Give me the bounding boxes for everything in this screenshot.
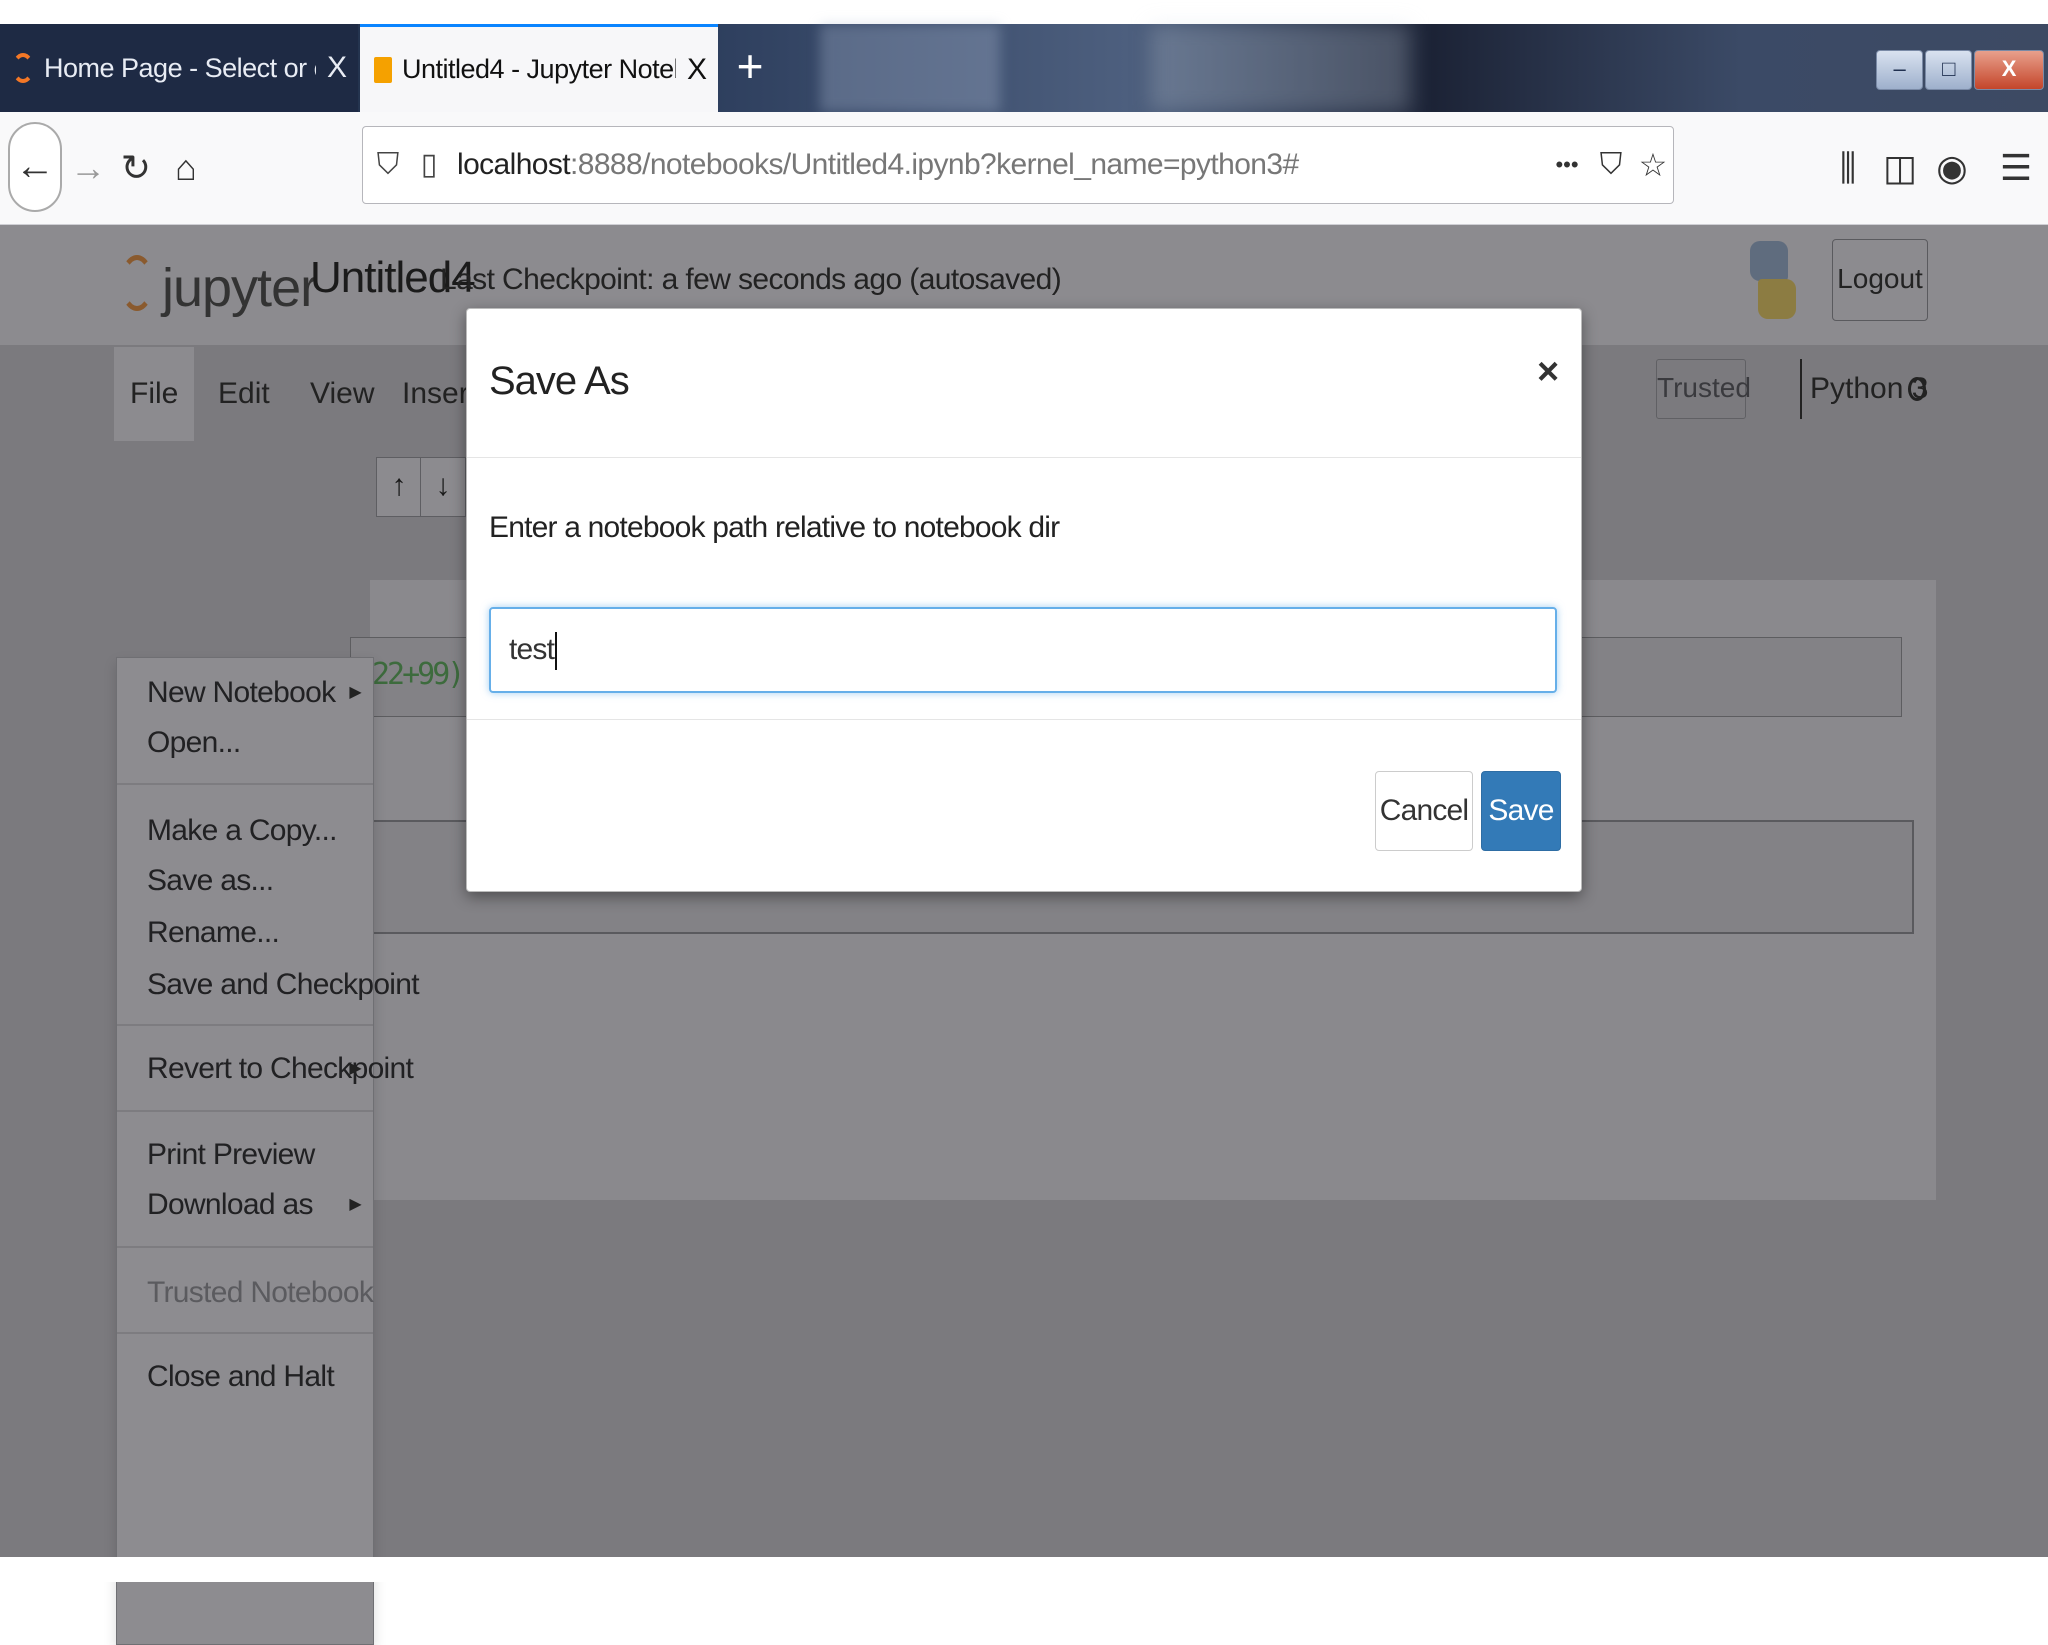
- hamburger-menu-icon[interactable]: ☰: [1994, 146, 2038, 190]
- tab-label: Untitled4 - Jupyter Notebook: [402, 54, 676, 84]
- shield-icon[interactable]: ⛉: [373, 145, 403, 185]
- tab-close-icon[interactable]: X: [676, 53, 718, 87]
- pocket-icon[interactable]: ⛉: [1591, 145, 1631, 185]
- menu-item-trusted-notebook: Trusted Notebook: [117, 1268, 375, 1318]
- menu-item-label: Revert to Checkpoint: [147, 1052, 414, 1085]
- python-logo-bottom: [1758, 279, 1796, 319]
- move-cell-up-icon[interactable]: ↑: [376, 457, 422, 517]
- menu-item-label: Print Preview: [147, 1138, 315, 1171]
- dialog-close-icon[interactable]: ×: [1537, 351, 1559, 394]
- jupyter-logo-icon: [120, 255, 154, 311]
- jupyter-favicon-icon: [12, 53, 34, 83]
- reload-icon[interactable]: ↻: [114, 146, 158, 190]
- minimize-button[interactable]: –: [1876, 50, 1924, 90]
- kernel-idle-icon: [1908, 377, 1926, 401]
- sidebar-icon[interactable]: ◫: [1878, 146, 1922, 190]
- checkpoint-status: Last Checkpoint: a few seconds ago (auto…: [440, 263, 1062, 296]
- back-arrow-icon[interactable]: ←: [8, 122, 62, 212]
- menu-item-new-notebook[interactable]: New Notebook ▶: [117, 668, 375, 718]
- menu-edit[interactable]: Edit: [202, 347, 286, 441]
- page-actions-icon[interactable]: •••: [1545, 145, 1589, 185]
- new-tab-button[interactable]: +: [728, 43, 772, 90]
- browser-tab-bar: Home Page - Select or create a X Untitle…: [0, 24, 2048, 112]
- tab-untitled4[interactable]: Untitled4 - Jupyter Notebook X: [360, 24, 718, 112]
- menu-divider: [117, 783, 373, 785]
- menu-item-label: Open...: [147, 726, 241, 759]
- dialog-prompt: Enter a notebook path relative to notebo…: [489, 511, 1060, 544]
- menu-divider: [117, 1110, 373, 1112]
- menu-file[interactable]: File: [114, 347, 195, 441]
- home-icon[interactable]: ⌂: [164, 146, 208, 190]
- submenu-caret-icon: ▶: [349, 1196, 361, 1213]
- tab-label: Home Page - Select or create a: [44, 52, 316, 83]
- cancel-button[interactable]: Cancel: [1375, 771, 1473, 851]
- menu-view[interactable]: View: [294, 347, 390, 441]
- submenu-caret-icon: ▶: [349, 684, 361, 701]
- menu-item-rename[interactable]: Rename...: [117, 908, 375, 958]
- save-button[interactable]: Save: [1481, 771, 1561, 851]
- jupyter-logo[interactable]: jupyter: [120, 243, 318, 323]
- menu-item-label: Save and Checkpoint: [147, 968, 420, 1001]
- submenu-caret-icon: ▶: [349, 1060, 361, 1077]
- cell-code-text: 22+99): [372, 657, 465, 692]
- account-icon[interactable]: ◉: [1930, 146, 1974, 190]
- restore-button[interactable]: □: [1925, 50, 1973, 90]
- menu-divider: [117, 1246, 373, 1248]
- menu-item-open[interactable]: Open...: [117, 718, 375, 768]
- address-bar[interactable]: ⛉ ▯ localhost:8888/notebooks/Untitled4.i…: [362, 126, 1674, 204]
- url-text[interactable]: localhost:8888/notebooks/Untitled4.ipynb…: [457, 127, 1299, 203]
- menu-item-save-as[interactable]: Save as...: [117, 856, 375, 906]
- window-controls: – □ X: [1876, 50, 2044, 92]
- url-host: localhost: [457, 148, 571, 181]
- menu-item-label: Close and Halt: [147, 1360, 335, 1393]
- dialog-header: Save As ×: [467, 309, 1581, 458]
- menu-item-download-as[interactable]: Download as ▶: [117, 1180, 375, 1230]
- background-streak: [1150, 24, 1410, 112]
- background-streak: [820, 24, 1000, 112]
- menu-item-label: Save as...: [147, 864, 274, 897]
- bookmark-star-icon[interactable]: ☆: [1633, 145, 1673, 185]
- trusted-indicator[interactable]: Trusted: [1656, 359, 1751, 419]
- notebook-path-input[interactable]: test: [489, 607, 1557, 693]
- logout-button[interactable]: Logout: [1832, 239, 1928, 321]
- dialog-title: Save As: [489, 359, 630, 403]
- menu-divider: [117, 1332, 373, 1334]
- python-logo-icon: [1748, 241, 1796, 321]
- move-cell-down-icon[interactable]: ↓: [420, 457, 466, 517]
- dialog-body: Enter a notebook path relative to notebo…: [467, 457, 1581, 720]
- menu-item-label: Download as: [147, 1188, 313, 1221]
- menu-item-label: New Notebook: [147, 676, 336, 709]
- tab-close-icon[interactable]: X: [316, 51, 358, 85]
- jupyter-logo-text: jupyter: [162, 258, 318, 318]
- forward-arrow-icon[interactable]: →: [66, 146, 110, 190]
- tab-home-page[interactable]: Home Page - Select or create a X: [0, 24, 358, 112]
- menu-item-label: Trusted Notebook: [147, 1276, 374, 1309]
- menu-item-close-halt[interactable]: Close and Halt: [117, 1352, 375, 1402]
- bottom-edge: [0, 1557, 2048, 1582]
- menu-item-make-copy[interactable]: Make a Copy...: [117, 806, 375, 856]
- page-info-icon[interactable]: ▯: [415, 145, 443, 185]
- text-cursor: [555, 632, 558, 671]
- menu-divider: [117, 1024, 373, 1026]
- menu-item-revert-checkpoint[interactable]: Revert to Checkpoint ▶: [117, 1044, 414, 1094]
- save-as-dialog: Save As × Enter a notebook path relative…: [466, 308, 1582, 892]
- notebook-favicon-icon: [374, 56, 392, 83]
- menu-item-label: Make a Copy...: [147, 814, 337, 847]
- menu-item-label: Rename...: [147, 916, 280, 949]
- python-logo-top: [1750, 241, 1788, 281]
- library-icon[interactable]: ⫼: [1826, 146, 1870, 190]
- url-path: :8888/notebooks/Untitled4.ipynb?kernel_n…: [570, 148, 1299, 181]
- file-dropdown-menu: New Notebook ▶ Open... Make a Copy... Sa…: [116, 657, 420, 1645]
- menu-item-print-preview[interactable]: Print Preview: [117, 1130, 375, 1180]
- window-close-button[interactable]: X: [1974, 50, 2044, 90]
- menu-item-save-checkpoint[interactable]: Save and Checkpoint: [117, 960, 420, 1010]
- input-value: test: [509, 633, 555, 666]
